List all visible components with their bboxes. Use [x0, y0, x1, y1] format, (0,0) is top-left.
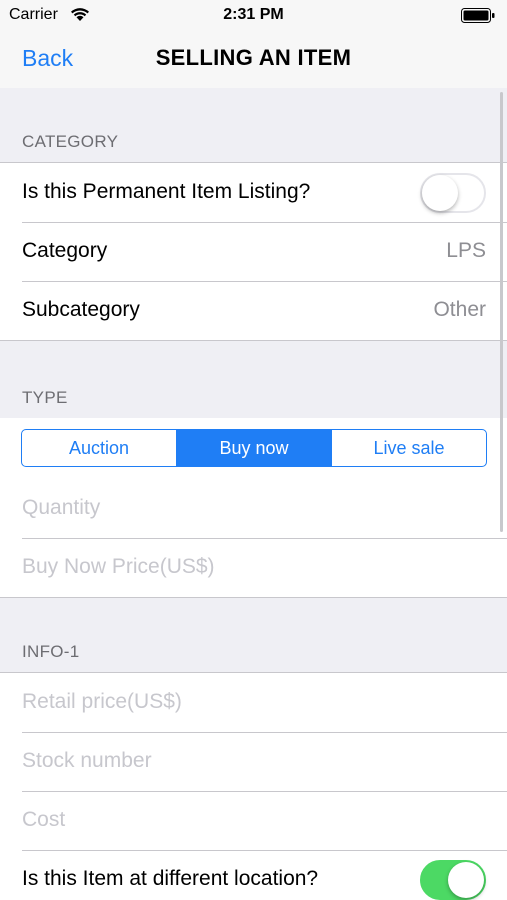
- permanent-listing-label: Is this Permanent Item Listing?: [22, 180, 311, 203]
- segment-live-sale[interactable]: Live sale: [331, 430, 486, 466]
- quantity-row: Quantity: [0, 479, 507, 538]
- form-content[interactable]: CATEGORY Is this Permanent Item Listing?…: [0, 88, 507, 900]
- section-header-label: TYPE: [22, 388, 68, 407]
- page-title: SELLING AN ITEM: [155, 45, 352, 70]
- retail-price-field[interactable]: Retail price(US$): [22, 690, 182, 714]
- different-location-row: Is this Item at different location?: [0, 850, 507, 900]
- subcategory-value: Other: [433, 298, 486, 321]
- scroll-indicator[interactable]: [500, 92, 503, 532]
- battery-icon: [461, 8, 495, 23]
- sale-type-row: Auction Buy now Live sale: [0, 418, 507, 479]
- buy-now-price-row: Buy Now Price(US$): [0, 538, 507, 597]
- section-header-type: TYPE: [0, 344, 507, 418]
- category-value: LPS: [446, 239, 486, 262]
- section-header-info-1: INFO-1: [0, 598, 507, 672]
- cost-row: Cost: [0, 791, 507, 850]
- category-group: Is this Permanent Item Listing? Category…: [0, 162, 507, 341]
- sale-type-segmented-control[interactable]: Auction Buy now Live sale: [21, 429, 487, 467]
- info-1-group: Retail price(US$) Stock number Cost Is t…: [0, 672, 507, 900]
- toggle-knob: [448, 862, 484, 898]
- quantity-field[interactable]: Quantity: [22, 496, 100, 520]
- retail-price-row: Retail price(US$): [0, 673, 507, 732]
- cost-field[interactable]: Cost: [22, 808, 65, 832]
- stock-number-row: Stock number: [0, 732, 507, 791]
- category-label: Category: [22, 239, 108, 262]
- type-group: Auction Buy now Live sale Quantity Buy N…: [0, 418, 507, 598]
- segment-auction[interactable]: Auction: [22, 430, 176, 466]
- stock-number-field[interactable]: Stock number: [22, 749, 152, 773]
- segment-buy-now[interactable]: Buy now: [176, 430, 331, 466]
- different-location-toggle[interactable]: [420, 860, 486, 900]
- subcategory-row[interactable]: Subcategory Other: [0, 281, 507, 340]
- toggle-knob: [422, 175, 458, 211]
- permanent-listing-row: Is this Permanent Item Listing?: [0, 163, 507, 222]
- section-header-label: CATEGORY: [22, 132, 119, 151]
- app-screen: Carrier 2:31 PM Back SELLING AN ITEM CAT…: [0, 0, 507, 900]
- status-time: 2:31 PM: [223, 6, 284, 23]
- navigation-bar: Back SELLING AN ITEM: [0, 32, 507, 88]
- subcategory-label: Subcategory: [22, 298, 140, 321]
- different-location-label: Is this Item at different location?: [22, 867, 319, 890]
- permanent-listing-toggle[interactable]: [420, 173, 486, 213]
- status-bar: Carrier 2:31 PM: [0, 0, 507, 32]
- section-header-label: INFO-1: [22, 642, 80, 661]
- section-header-category: CATEGORY: [0, 88, 507, 162]
- buy-now-price-field[interactable]: Buy Now Price(US$): [22, 555, 215, 579]
- category-row[interactable]: Category LPS: [0, 222, 507, 281]
